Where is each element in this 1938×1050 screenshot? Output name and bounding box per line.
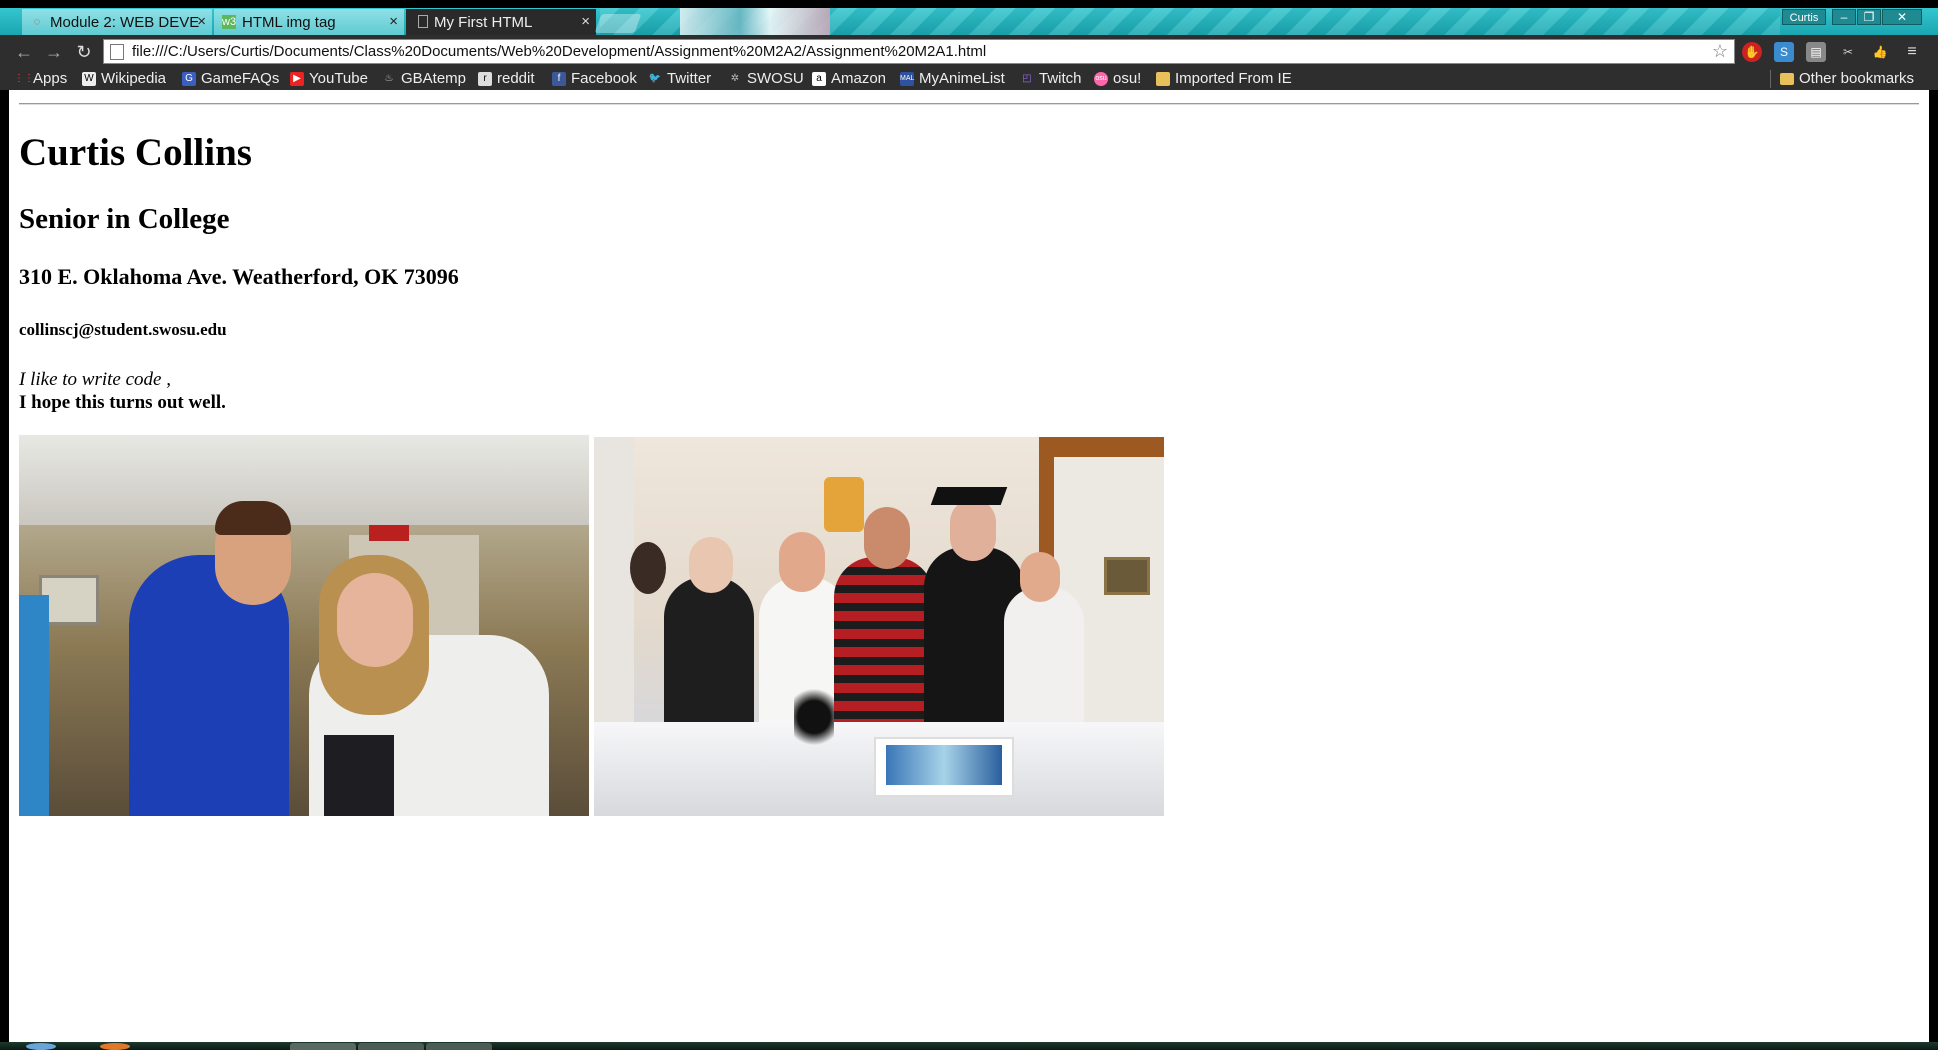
tab-html-img-tag[interactable]: w3 HTML img tag × xyxy=(214,9,404,35)
tab-label: Module 2: WEB DEVE xyxy=(50,13,200,31)
apps-grid-icon: ⋮⋮ xyxy=(14,72,34,84)
man-face xyxy=(864,507,910,569)
forward-button[interactable]: → xyxy=(44,42,64,62)
close-icon[interactable]: × xyxy=(581,13,590,30)
bookmark-twitch[interactable]: ◰ Twitch xyxy=(1020,70,1081,87)
man-striped-shirt xyxy=(834,557,934,727)
tab-label: My First HTML xyxy=(434,13,533,31)
windows-taskbar xyxy=(0,1042,1938,1050)
exit-sign xyxy=(369,525,409,541)
spinner-icon: ◌ xyxy=(33,16,41,28)
bookmark-gbatemp[interactable]: ♨ GBAtemp xyxy=(382,70,467,87)
taskbar-app-icon[interactable] xyxy=(100,1043,130,1050)
woman-face xyxy=(337,573,413,667)
w3schools-icon: w3 xyxy=(222,15,237,29)
myanimelist-icon: MAL xyxy=(900,71,914,86)
taskbar-window-button[interactable] xyxy=(426,1043,492,1050)
horizontal-rule xyxy=(19,103,1919,105)
tools-icon[interactable]: ✂ xyxy=(1838,42,1858,62)
graduation-cap xyxy=(930,487,1008,505)
page-icon xyxy=(418,15,428,28)
photo-graduation-family xyxy=(594,437,1164,816)
photo-couple xyxy=(19,435,589,816)
bookmark-wikipedia[interactable]: W Wikipedia xyxy=(82,70,166,87)
closing-line: I hope this turns out well. xyxy=(19,392,226,413)
woman-right-face xyxy=(1020,552,1060,602)
man-hair xyxy=(215,501,291,535)
bookmark-youtube[interactable]: ▶ YouTube xyxy=(290,70,368,87)
close-icon[interactable]: × xyxy=(197,13,206,30)
wikipedia-icon: W xyxy=(82,71,96,86)
letter-h-decor xyxy=(824,477,864,532)
swosu-icon: ✲ xyxy=(730,72,740,84)
cake-picture xyxy=(886,745,1002,785)
adblock-icon[interactable]: ✋ xyxy=(1742,42,1762,62)
intro-line: I like to write code , xyxy=(19,369,171,390)
address-text: 310 E. Oklahoma Ave. Weatherford, OK 730… xyxy=(19,264,459,289)
back-button[interactable]: ← xyxy=(14,42,34,62)
other-bookmarks-folder[interactable]: Other bookmarks xyxy=(1769,70,1914,88)
tab-strip: ◌ Module 2: WEB DEVE × w3 HTML img tag ×… xyxy=(0,8,1938,35)
browser-window: ◌ Module 2: WEB DEVE × w3 HTML img tag ×… xyxy=(0,0,1938,1050)
bookmark-swosu[interactable]: ✲ SWOSU xyxy=(728,70,804,87)
close-icon[interactable]: × xyxy=(389,13,398,30)
osu-icon: osu xyxy=(1094,71,1108,86)
person-left-edge xyxy=(19,595,49,816)
bookmark-facebook[interactable]: f Facebook xyxy=(552,70,637,87)
woman-dark-top xyxy=(324,735,394,816)
tab-label: HTML img tag xyxy=(242,13,336,31)
browser-toolbar: ← → ↻ file:///C:/Users/Curtis/Documents/… xyxy=(0,35,1938,68)
youtube-icon: ▶ xyxy=(290,71,304,86)
twitter-icon: 🐦 xyxy=(648,72,662,84)
wall-frame xyxy=(1104,557,1150,595)
page-viewport: Curtis Collins Senior in College 310 E. … xyxy=(9,90,1929,1042)
taskbar-explorer-button[interactable] xyxy=(358,1043,424,1050)
bookmark-apps[interactable]: ⋮⋮ Apps xyxy=(14,70,67,87)
bookmark-gamefaqs[interactable]: G GameFAQs xyxy=(182,70,279,87)
bookmark-amazon[interactable]: a Amazon xyxy=(812,70,886,87)
email-text: collinscj@student.swosu.edu xyxy=(19,320,227,339)
page-heading-title: Senior in College xyxy=(19,203,230,235)
profile-button[interactable]: Curtis xyxy=(1782,9,1826,25)
star-icon[interactable]: ☆ xyxy=(1712,41,1728,62)
grandmother-face xyxy=(689,537,733,593)
amazon-icon: a xyxy=(812,71,826,86)
chat-icon[interactable]: ▤ xyxy=(1806,42,1826,62)
page-icon xyxy=(110,43,124,60)
facebook-icon: f xyxy=(552,71,566,86)
graduate-face xyxy=(950,499,996,561)
menu-icon[interactable]: ≡ xyxy=(1902,42,1922,62)
bookmark-myanimelist[interactable]: MAL MyAnimeList xyxy=(900,70,1005,87)
bookmark-twitter[interactable]: 🐦 Twitter xyxy=(648,70,711,87)
woman-face xyxy=(779,532,825,592)
minimize-button[interactable]: – xyxy=(1832,9,1856,25)
bookmarks-bar: ⋮⋮ Apps W Wikipedia G GameFAQs ▶ YouTube ♨ GB… xyxy=(0,68,1938,90)
start-button[interactable] xyxy=(26,1043,56,1050)
maximize-button[interactable]: ❐ xyxy=(1857,9,1881,25)
gbatemp-icon: ♨ xyxy=(384,72,394,84)
page-heading-name: Curtis Collins xyxy=(19,131,252,174)
skype-icon[interactable]: S xyxy=(1774,42,1794,62)
taskbar-chrome-button[interactable] xyxy=(290,1043,356,1050)
theme-artwork xyxy=(680,8,830,35)
new-tab-button[interactable] xyxy=(594,14,642,33)
ceiling xyxy=(19,435,589,525)
gamefaqs-icon: G xyxy=(182,71,196,86)
twitch-icon: ◰ xyxy=(1022,72,1032,84)
close-window-button[interactable]: ✕ xyxy=(1882,9,1922,25)
folder-icon xyxy=(1156,71,1170,86)
wreath-decor xyxy=(630,542,666,594)
tab-my-first-html[interactable]: My First HTML × xyxy=(406,9,596,35)
reddit-icon: r xyxy=(478,71,492,86)
folder-icon xyxy=(1780,72,1794,85)
reload-button[interactable]: ↻ xyxy=(74,42,94,62)
bookmark-osu[interactable]: osu osu! xyxy=(1094,70,1141,87)
tab-module-2[interactable]: ◌ Module 2: WEB DEVE × xyxy=(22,9,212,35)
bookmark-reddit[interactable]: r reddit xyxy=(478,70,535,87)
thumbs-up-icon[interactable]: 👍 xyxy=(1870,42,1890,62)
address-bar[interactable]: file:///C:/Users/Curtis/Documents/Class%… xyxy=(103,39,1735,64)
black-centerpiece xyxy=(794,682,834,752)
url-text: file:///C:/Users/Curtis/Documents/Class%… xyxy=(132,43,987,60)
bookmark-folder-imported[interactable]: Imported From IE xyxy=(1156,70,1292,87)
